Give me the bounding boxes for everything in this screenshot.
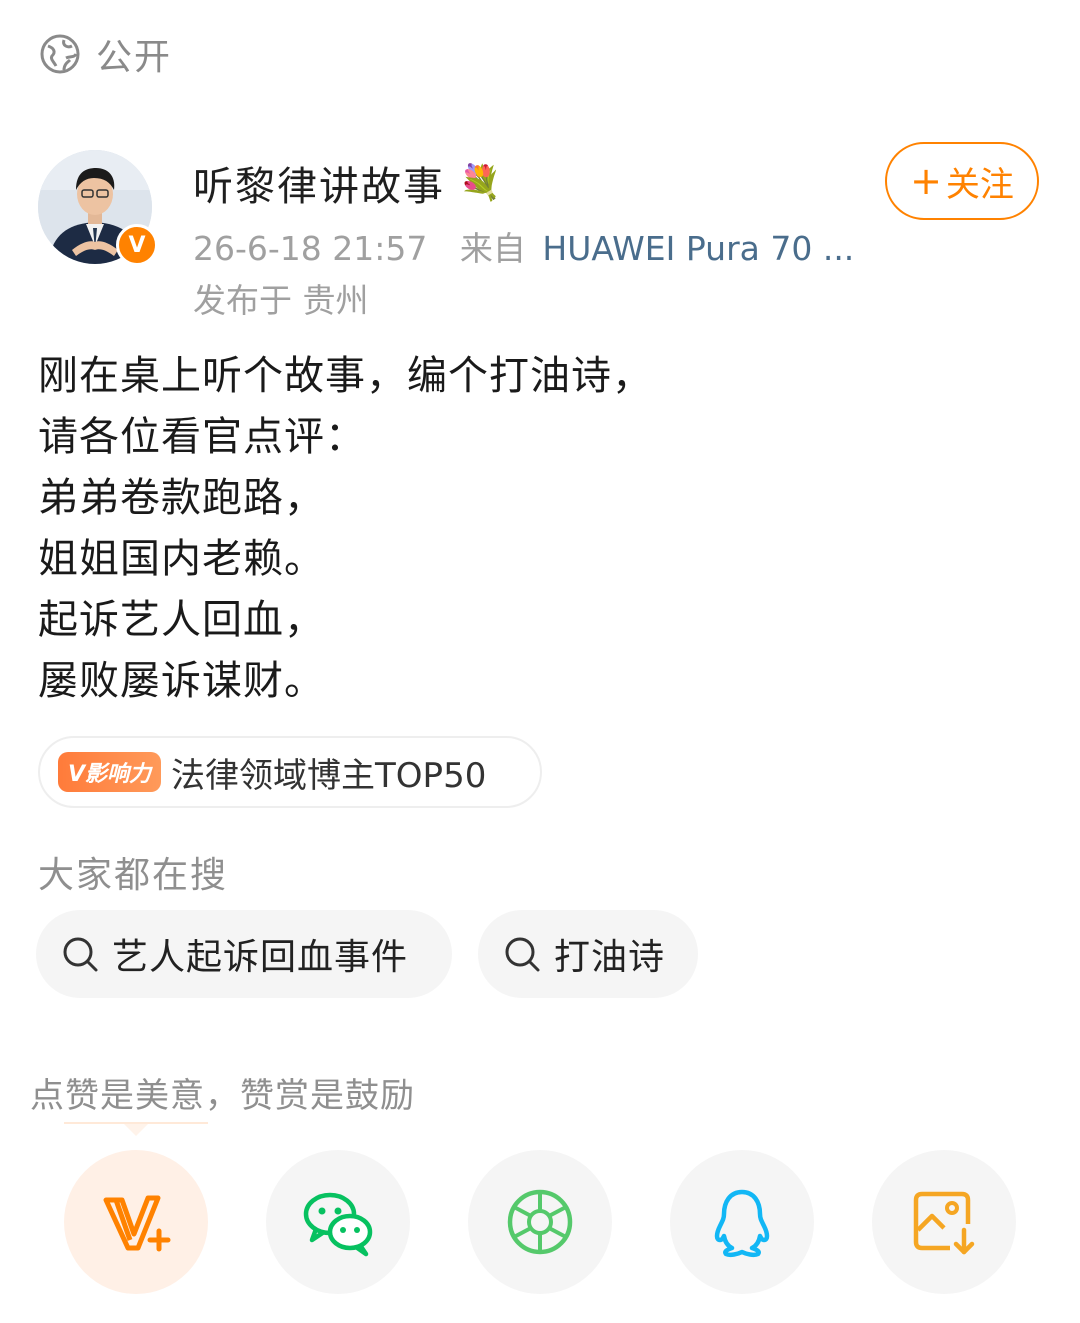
influence-tag: V影响力 [58,752,162,792]
post-line: 刚在桌上听个故事，编个打油诗， [38,353,653,399]
post-meta: 26-6-18 21:57 来自 HUAWEI Pura 70 ... [193,222,854,270]
v-plus-icon [103,1195,171,1252]
post-line: 弟弟卷款跑路， [38,475,325,521]
post-line: 起诉艺人回血， [38,597,325,643]
moments-icon [507,1189,573,1255]
post-line: 屡败屡诉谋财。 [38,658,325,704]
plus-icon: + [910,159,942,203]
post-location: 发布于 贵州 [193,281,369,320]
visibility-label: 公开 [96,37,173,78]
hot-search-title: 大家都在搜 [38,855,229,896]
search-chip-label: 艺人起诉回血事件 [112,937,409,978]
search-chip[interactable]: 艺人起诉回血事件 [36,910,452,998]
reward-button[interactable] [64,1150,208,1294]
source-device-link[interactable]: HUAWEI Pura 70 ... [542,229,854,268]
follow-label: 关注 [945,164,1014,205]
share-moments-button[interactable] [468,1150,612,1294]
search-chip[interactable]: 打油诗 [478,910,698,998]
follow-button[interactable]: + 关注 [885,142,1039,220]
globe-icon [40,34,80,74]
reward-title: 点赞是美意，赞赏是鼓励 [30,1076,415,1116]
influence-text: 法律领域博主TOP50 [171,755,487,796]
author-avatar[interactable]: V [38,150,158,268]
post-time: 26-6-18 21:57 [193,229,428,268]
post-content: 刚在桌上听个故事，编个打油诗， 请各位看官点评： 弟弟卷款跑路， 姐姐国内老赖。… [38,346,653,712]
author-name[interactable]: 听黎律讲故事 💐 [193,154,503,212]
save-image-button[interactable] [872,1150,1016,1294]
share-wechat-button[interactable] [266,1150,410,1294]
weibo-post-page: 公开 V 听黎律讲故事 💐 26-6-18 21:57 来自 HUAWEI Pu… [0,0,1080,1323]
flower-icon: 💐 [459,163,504,203]
search-chip-label: 打油诗 [554,937,666,978]
qq-penguin-icon [714,1189,770,1258]
search-icon [63,937,98,972]
author-name-text: 听黎律讲故事 [193,164,445,210]
influence-badge[interactable]: V影响力 法律领域博主TOP50 [38,736,542,808]
source-prefix: 来自 [459,229,526,268]
verified-badge: V [116,224,158,266]
post-line: 请各位看官点评： [38,414,366,460]
save-image-icon [913,1191,975,1255]
visibility-indicator[interactable]: 公开 [38,28,172,80]
reward-pointer [124,1124,148,1136]
search-icon [505,937,540,972]
wechat-icon [303,1192,373,1257]
post-line: 姐姐国内老赖。 [38,536,325,582]
share-qq-button[interactable] [670,1150,814,1294]
